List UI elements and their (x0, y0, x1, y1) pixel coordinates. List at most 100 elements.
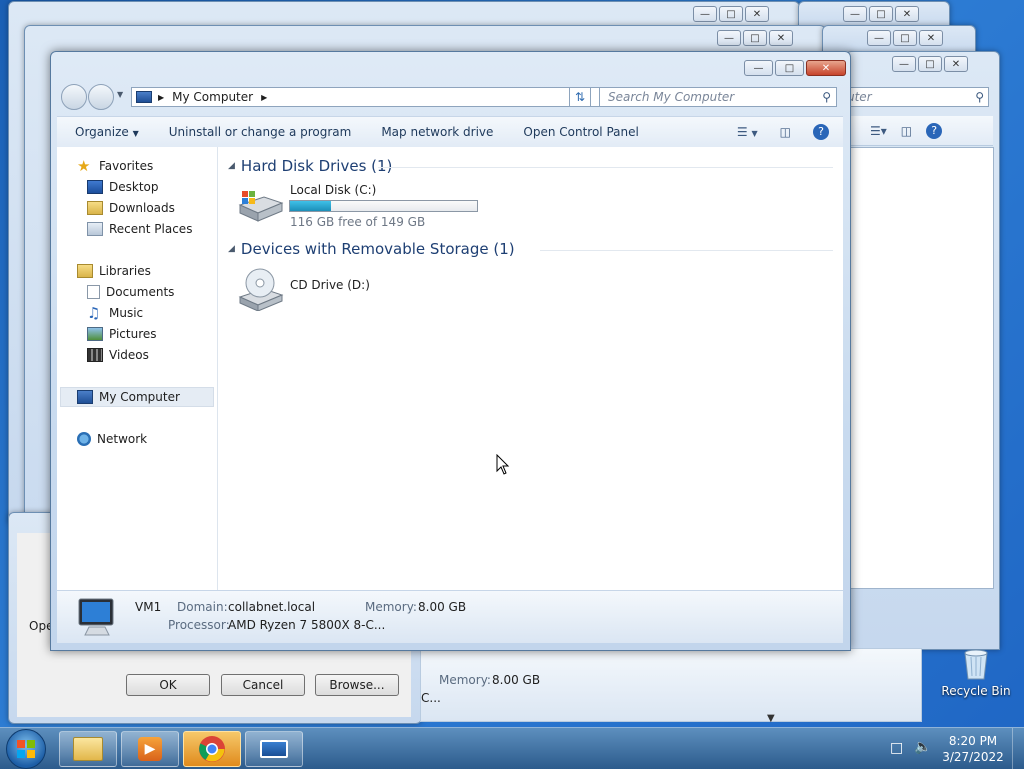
help-icon[interactable]: ? (813, 124, 829, 140)
taskbar-window-button[interactable] (245, 731, 303, 767)
nav-libraries-label: Libraries (99, 264, 151, 278)
navigation-pane: ★ Favorites Desktop Downloads Recent Pla… (57, 147, 218, 590)
preview-pane-icon[interactable]: ◫ (780, 125, 791, 139)
close-button[interactable]: ✕ (944, 56, 968, 72)
group-header-hard-disks[interactable]: ◢ Hard Disk Drives (1) (228, 157, 392, 175)
refresh-button[interactable]: ⇅ (569, 87, 591, 107)
minimize-button[interactable]: — (717, 30, 741, 46)
nav-documents-label: Documents (106, 285, 175, 299)
clock[interactable]: 8:20 PM 3/27/2022 (940, 733, 1006, 765)
my-computer-window: — □ ✕ ▼ ▶ My Computer ▶ ▼ ⇅ Search My Co… (50, 51, 851, 651)
group-divider (378, 167, 833, 168)
browse-button[interactable]: Browse... (315, 674, 399, 696)
nav-recent-places[interactable]: Recent Places (87, 219, 192, 239)
clock-date: 3/27/2022 (942, 750, 1004, 764)
background-search-box[interactable]: uter ⚲ (846, 87, 989, 107)
drive-d-name: CD Drive (D:) (290, 278, 370, 292)
maximize-button[interactable]: □ (743, 30, 767, 46)
processor-label: Processor: (168, 618, 230, 632)
maximize-button[interactable]: □ (719, 6, 743, 22)
nav-network-label: Network (97, 432, 148, 446)
minimize-button[interactable]: — (843, 6, 867, 22)
computer-icon (78, 598, 114, 636)
nav-favorites[interactable]: ★ Favorites (77, 156, 153, 176)
nav-downloads-label: Downloads (109, 201, 175, 215)
background-content (846, 147, 994, 589)
nav-my-computer[interactable]: My Computer (60, 387, 214, 407)
group-header-removable[interactable]: ◢ Devices with Removable Storage (1) (228, 240, 515, 258)
drive-c-name: Local Disk (C:) (290, 183, 377, 197)
minimize-button[interactable]: — (693, 6, 717, 22)
desktop-icon (87, 180, 103, 194)
views-icon[interactable]: ☰ ▼ (737, 125, 758, 139)
nav-music[interactable]: ♫ Music (87, 303, 143, 323)
background-memory-label: Memory: (439, 673, 491, 687)
nav-downloads[interactable]: Downloads (87, 198, 175, 218)
collapse-arrow-icon: ◢ (228, 244, 235, 254)
back-button[interactable] (61, 84, 87, 110)
ok-button[interactable]: OK (126, 674, 210, 696)
close-button[interactable]: ✕ (919, 30, 943, 46)
volume-tray-icon[interactable]: 🔈 (914, 739, 931, 755)
background-memory-value: 8.00 GB (492, 673, 541, 687)
forward-button[interactable] (88, 84, 114, 110)
computer-icon (77, 390, 93, 404)
nav-pictures-label: Pictures (109, 327, 157, 341)
organize-label: Organize (75, 125, 129, 139)
breadcrumb-arrow-icon[interactable]: ▶ (158, 93, 164, 102)
recycle-bin[interactable]: Recycle Bin (938, 645, 1014, 698)
domain-label: Domain: (177, 600, 228, 614)
search-icon: ⚲ (975, 90, 984, 104)
removable-group-title: Devices with Removable Storage (1) (240, 240, 515, 258)
close-button[interactable]: ✕ (895, 6, 919, 22)
map-network-drive-button[interactable]: Map network drive (381, 125, 493, 139)
uninstall-program-button[interactable]: Uninstall or change a program (169, 125, 352, 139)
memory-label: Memory: (365, 600, 417, 614)
close-button[interactable]: ✕ (806, 60, 846, 76)
star-icon: ★ (77, 157, 91, 175)
drive-c[interactable]: Local Disk (C:) 116 GB free of 149 GB (236, 183, 496, 229)
downloads-folder-icon (87, 201, 103, 215)
details-pane: VM1 Domain: collabnet.local Memory: 8.00… (57, 590, 843, 643)
background-scroll-arrow: ▼ (767, 713, 775, 724)
address-bar[interactable]: ▶ My Computer ▶ ▼ (131, 87, 617, 107)
libraries-icon (77, 264, 93, 278)
breadcrumb-arrow-icon[interactable]: ▶ (261, 93, 267, 102)
close-button[interactable]: ✕ (769, 30, 793, 46)
drive-d[interactable]: CD Drive (D:) (236, 267, 436, 317)
minimize-button[interactable]: — (744, 60, 773, 76)
taskbar-media-player-button[interactable]: ▶ (121, 731, 179, 767)
search-box[interactable]: Search My Computer ⚲ (599, 87, 837, 107)
memory-value: 8.00 GB (418, 600, 467, 614)
recent-pages-dropdown[interactable]: ▼ (117, 90, 123, 99)
taskbar-explorer-button[interactable] (59, 731, 117, 767)
network-tray-icon[interactable]: □ (890, 740, 903, 756)
taskbar-chrome-button[interactable] (183, 731, 241, 767)
start-button[interactable] (6, 729, 46, 769)
search-icon[interactable]: ⚲ (822, 90, 831, 104)
nav-libraries[interactable]: Libraries (77, 261, 151, 281)
maximize-button[interactable]: □ (775, 60, 804, 76)
minimize-button[interactable]: — (892, 56, 916, 72)
preview-pane-icon[interactable]: ◫ (901, 124, 912, 138)
views-icon[interactable]: ☰▾ (870, 124, 887, 138)
command-bar: Organize ▼ Uninstall or change a program… (57, 116, 843, 148)
maximize-button[interactable]: □ (893, 30, 917, 46)
maximize-button[interactable]: □ (869, 6, 893, 22)
maximize-button[interactable]: □ (918, 56, 942, 72)
mouse-cursor-icon (496, 454, 510, 475)
breadcrumb-my-computer[interactable]: My Computer (172, 90, 253, 104)
folder-icon (73, 737, 103, 761)
cancel-button[interactable]: Cancel (221, 674, 305, 696)
minimize-button[interactable]: — (867, 30, 891, 46)
open-control-panel-button[interactable]: Open Control Panel (523, 125, 638, 139)
close-button[interactable]: ✕ (745, 6, 769, 22)
nav-desktop[interactable]: Desktop (87, 177, 159, 197)
nav-network[interactable]: Network (77, 429, 147, 449)
nav-documents[interactable]: Documents (87, 282, 174, 302)
show-desktop-button[interactable] (1012, 728, 1024, 769)
nav-pictures[interactable]: Pictures (87, 324, 157, 344)
organize-menu[interactable]: Organize ▼ (75, 125, 139, 139)
nav-videos[interactable]: Videos (87, 345, 149, 365)
help-icon[interactable]: ? (926, 122, 943, 139)
